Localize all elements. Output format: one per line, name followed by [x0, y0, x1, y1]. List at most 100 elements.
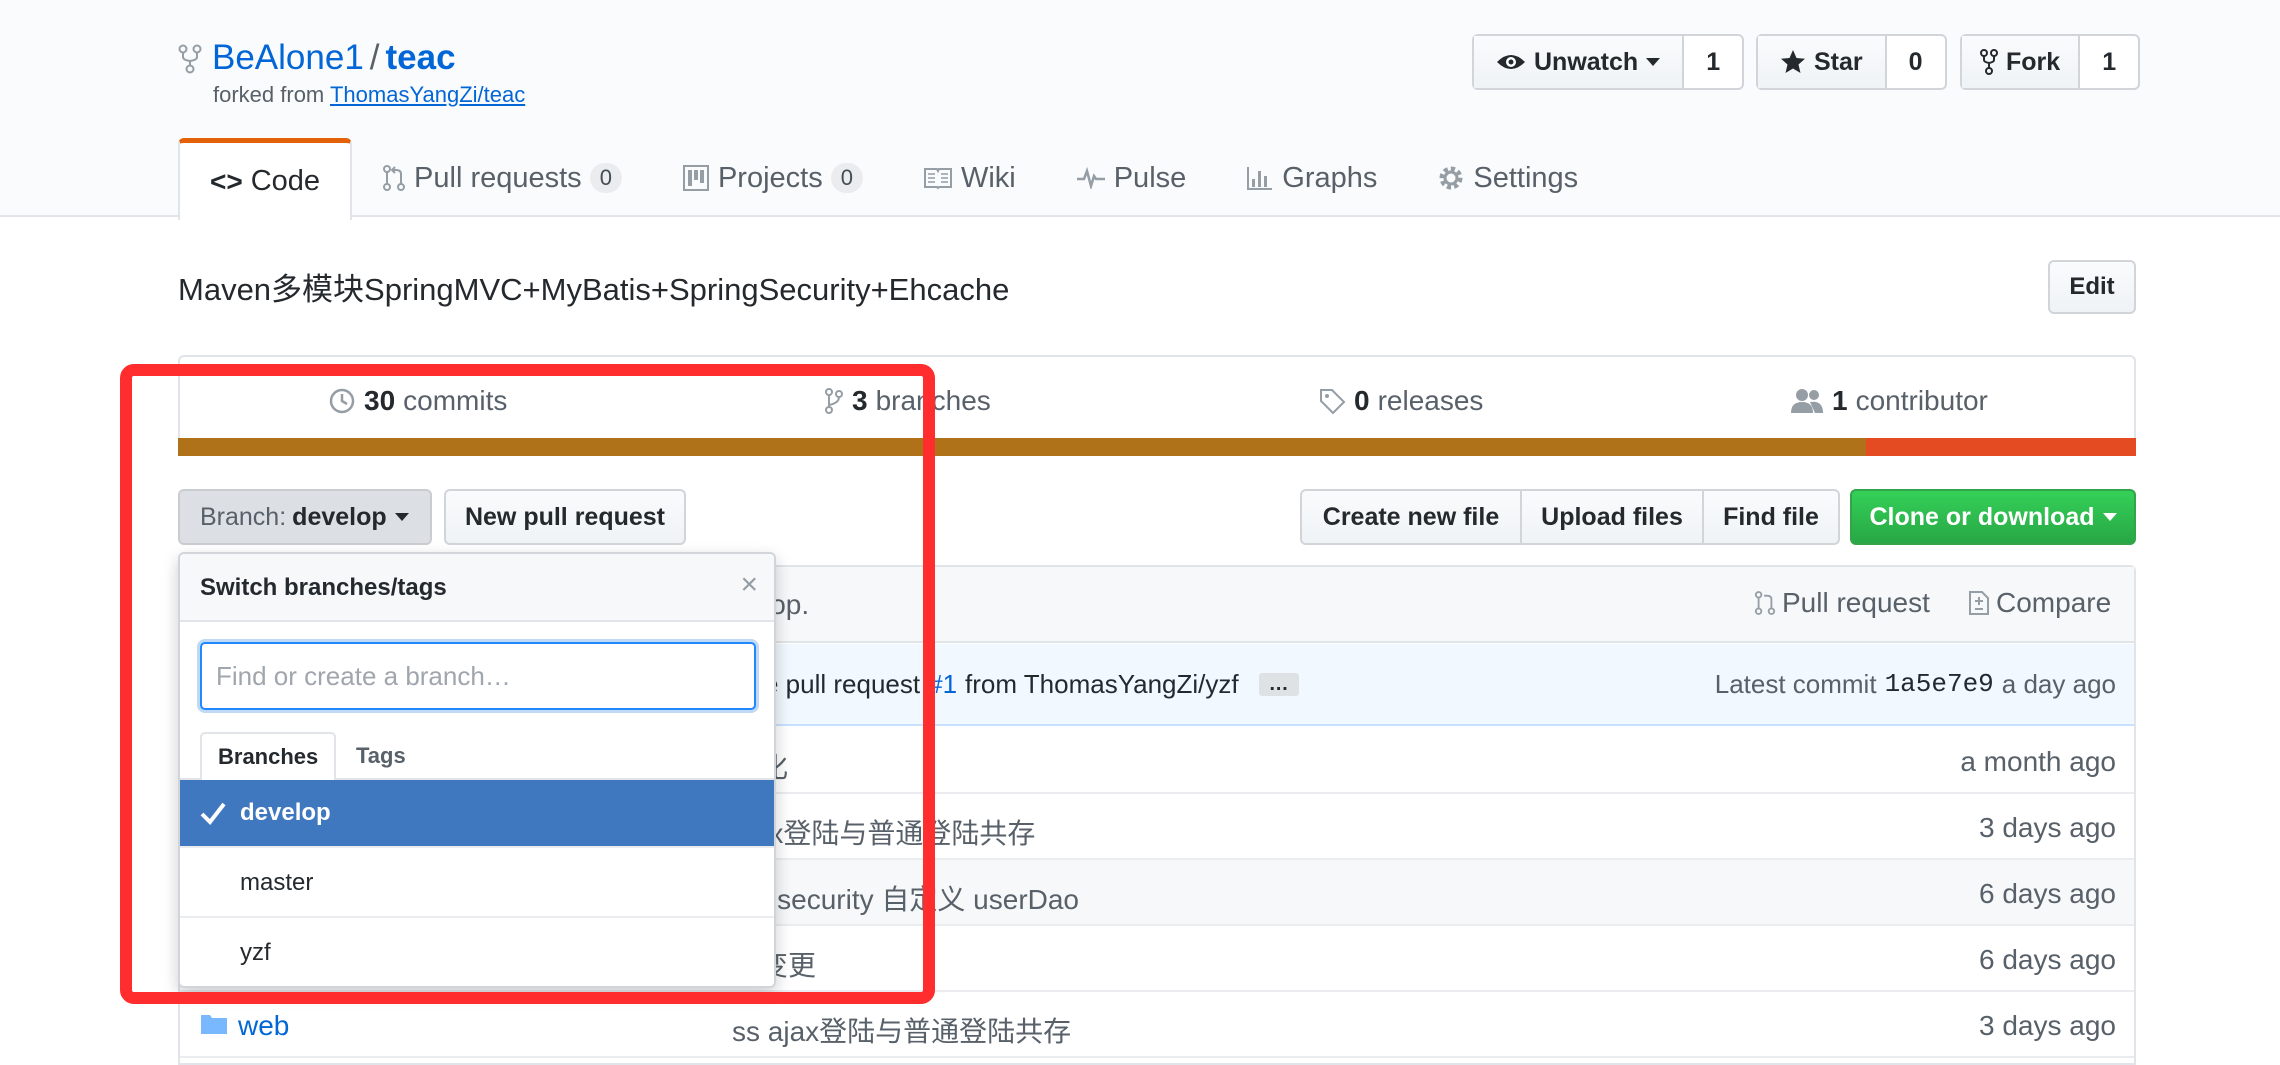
commit-message-text[interactable]: e pull request: [764, 669, 920, 700]
forked-from-prefix: forked from: [213, 82, 325, 107]
dropdown-title: Switch branches/tags: [200, 574, 447, 601]
pulse-icon: [1076, 167, 1105, 189]
upload-files-button[interactable]: Upload files: [1520, 489, 1704, 545]
fork-button[interactable]: Fork: [1962, 36, 2081, 88]
commits-count: 30: [364, 385, 396, 416]
branch-filter-input[interactable]: [200, 642, 756, 710]
new-pull-request-button[interactable]: New pull request: [444, 489, 686, 545]
book-icon: [923, 168, 952, 190]
file-commit-message[interactable]: ss ajax登陆与普通登陆共存: [732, 1010, 1071, 1050]
latest-commit-sha[interactable]: 1a5e7e9: [1885, 669, 1994, 700]
branch-select-button[interactable]: Branch: develop: [178, 489, 432, 545]
branch-item-label: develop: [240, 799, 331, 826]
fork-icon: [1980, 49, 1998, 75]
fork-count[interactable]: 1: [2080, 36, 2138, 88]
forked-from-link[interactable]: ThomasYangZi/teac: [330, 82, 525, 107]
repo-nav: <> Code Pull requests 0 Projects 0 Wiki …: [178, 138, 1608, 220]
dropdown-tabs: Branches Tags: [180, 732, 774, 782]
star-button[interactable]: Star: [1758, 36, 1887, 88]
language-bar-primary: [178, 438, 1866, 456]
caret-down-icon: [1646, 58, 1661, 66]
create-new-file-button[interactable]: Create new file: [1300, 489, 1522, 545]
branch-item-yzf[interactable]: yzf: [180, 920, 774, 986]
contributors-label: contributor: [1855, 385, 1988, 416]
file-name-link[interactable]: web: [238, 1010, 289, 1042]
fork-label: Fork: [2006, 47, 2061, 76]
caret-down-icon: [2102, 513, 2117, 521]
branch-dropdown: Switch branches/tags × Branches Tags dev…: [178, 552, 776, 988]
git-pull-request-icon: [1754, 591, 1776, 615]
diff-icon: [1969, 591, 1989, 615]
file-age: 3 days ago: [1979, 1010, 2116, 1041]
unwatch-label: Unwatch: [1534, 47, 1639, 76]
file-age: 3 days ago: [1979, 812, 2116, 843]
branches-count: 3: [852, 385, 868, 416]
repo-title: BeAlone1/teac: [212, 38, 456, 78]
file-commit-message[interactable]: ing security 自定义 userDao: [732, 878, 1079, 918]
tab-code[interactable]: <> Code: [178, 138, 353, 220]
forked-from: forked from ThomasYangZi/teac: [213, 82, 525, 108]
branch-item-develop[interactable]: develop: [180, 780, 774, 848]
latest-commit-label: Latest commit: [1714, 669, 1877, 699]
file-commit-message[interactable]: ajax登陆与普通登陆共存: [732, 812, 1035, 852]
pull-request-link[interactable]: Pull request: [1754, 587, 1930, 619]
tab-wiki[interactable]: Wiki: [893, 138, 1046, 218]
branch-item-label: master: [240, 869, 314, 896]
project-icon: [682, 165, 709, 191]
star-label: Star: [1814, 47, 1863, 76]
find-file-button[interactable]: Find file: [1702, 489, 1840, 545]
commits-link[interactable]: 30 commits: [328, 385, 507, 417]
close-icon[interactable]: ×: [740, 568, 758, 602]
tab-settings[interactable]: Settings: [1407, 138, 1608, 218]
tab-code-label: Code: [250, 165, 321, 197]
git-pull-request-icon: [383, 165, 406, 191]
repo-owner-link[interactable]: BeAlone1: [212, 38, 364, 77]
fork-group: Fork 1: [1960, 34, 2141, 90]
tab-graphs[interactable]: Graphs: [1216, 138, 1407, 218]
star-icon: [1781, 50, 1805, 73]
commit-from-text[interactable]: from ThomasYangZi/yzf: [965, 669, 1239, 700]
edit-description-button[interactable]: Edit: [2048, 260, 2136, 314]
tab-tags[interactable]: Tags: [340, 732, 422, 780]
language-bar-secondary: [1865, 438, 2136, 456]
contributors-count: 1: [1832, 385, 1848, 416]
tab-projects[interactable]: Projects 0: [652, 138, 893, 218]
tab-wiki-label: Wiki: [960, 161, 1016, 194]
branch-prefix: Branch:: [200, 502, 287, 531]
graph-icon: [1247, 167, 1273, 190]
clone-label: Clone or download: [1869, 502, 2095, 531]
language-bar[interactable]: [178, 438, 2136, 456]
watch-count[interactable]: 1: [1684, 36, 1742, 88]
tag-icon: [1320, 389, 1346, 415]
branch-item-master[interactable]: master: [180, 850, 774, 918]
branch-current: develop: [292, 502, 387, 531]
pull-requests-counter: 0: [589, 163, 622, 193]
file-age: 6 days ago: [1979, 878, 2116, 909]
star-count[interactable]: 0: [1887, 36, 1945, 88]
dropdown-header: Switch branches/tags ×: [180, 554, 774, 622]
commits-label: commits: [403, 385, 508, 416]
commit-expand-button[interactable]: …: [1258, 673, 1299, 696]
releases-link[interactable]: 0 releases: [1318, 385, 1483, 417]
code-icon: <>: [210, 165, 243, 197]
caret-down-icon: [394, 513, 409, 521]
unwatch-button[interactable]: Unwatch: [1474, 36, 1685, 88]
tab-branches[interactable]: Branches: [200, 732, 337, 782]
contributors-link[interactable]: 1 contributor: [1790, 385, 1988, 417]
repo-name-link[interactable]: teac: [386, 38, 456, 77]
tab-graphs-label: Graphs: [1282, 161, 1378, 194]
latest-commit-meta: Latest commit 1a5e7e9 a day ago: [1715, 669, 2116, 700]
branches-link[interactable]: 3 branches: [824, 385, 991, 417]
compare-link[interactable]: Compare: [1968, 587, 2111, 619]
latest-commit-message: e pull request #1 from ThomasYangZi/yzf …: [764, 669, 1299, 700]
git-branch-icon: [825, 388, 843, 414]
compare-label: Compare: [1996, 587, 2112, 618]
commit-pr-link[interactable]: #1: [928, 669, 957, 700]
clone-or-download-button[interactable]: Clone or download: [1850, 489, 2136, 545]
folder-icon: [201, 1015, 227, 1034]
gear-icon: [1439, 166, 1463, 190]
branch-item-label: yzf: [240, 939, 271, 966]
tab-pulse[interactable]: Pulse: [1046, 138, 1217, 218]
repo-separator: /: [369, 38, 380, 77]
tab-pull-requests[interactable]: Pull requests 0: [352, 138, 652, 218]
